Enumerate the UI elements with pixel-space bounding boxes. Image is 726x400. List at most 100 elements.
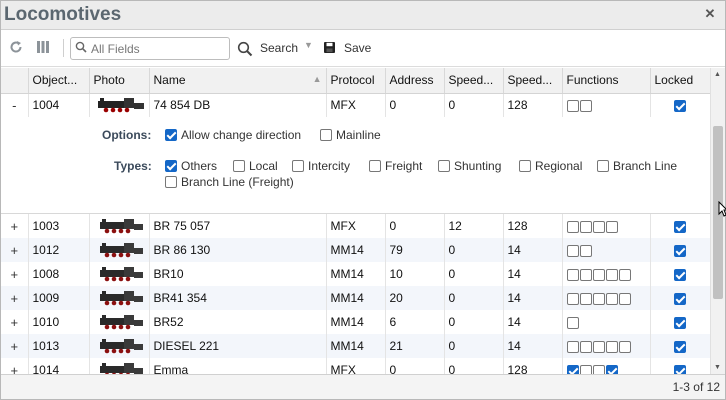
- close-icon[interactable]: ✕: [703, 7, 717, 21]
- checkbox[interactable]: [566, 316, 579, 329]
- expand-row-button[interactable]: +: [1, 238, 29, 262]
- checkbox[interactable]: [605, 340, 618, 353]
- checkbox[interactable]: [579, 292, 592, 305]
- checkbox-checked[interactable]: [674, 244, 686, 257]
- option-mainline[interactable]: Mainline: [320, 128, 381, 142]
- checkbox[interactable]: [233, 159, 245, 172]
- checkbox[interactable]: [579, 220, 592, 233]
- checkbox[interactable]: [592, 292, 605, 305]
- expand-row-button[interactable]: +: [1, 214, 29, 238]
- checkbox[interactable]: [566, 268, 579, 281]
- functions-cell: [562, 358, 651, 374]
- table-row[interactable]: +1014 Emma MFX 0 0 128: [1, 358, 711, 374]
- type-branch-line[interactable]: Branch Line: [597, 159, 677, 173]
- scroll-up-icon[interactable]: ▲: [714, 71, 721, 78]
- checkbox-checked[interactable]: [674, 364, 686, 374]
- save-button-label: Save: [344, 41, 372, 55]
- column-header-protocol[interactable]: Protocol: [326, 68, 386, 94]
- expand-row-button[interactable]: +: [1, 358, 29, 374]
- object-id-cell: 1010: [28, 310, 90, 334]
- checkbox[interactable]: [165, 159, 177, 172]
- refresh-icon[interactable]: [9, 40, 23, 57]
- expand-row-button[interactable]: +: [1, 286, 29, 310]
- type-local[interactable]: Local: [233, 159, 278, 173]
- locked-cell: [650, 310, 711, 334]
- checkbox[interactable]: [618, 340, 631, 353]
- checkbox[interactable]: [592, 364, 605, 374]
- column-header-object-id[interactable]: Object...: [28, 68, 90, 94]
- type-shunting[interactable]: Shunting: [438, 159, 501, 173]
- checkbox[interactable]: [566, 292, 579, 305]
- checkbox-checked[interactable]: [674, 220, 686, 233]
- type-branch-line-freight[interactable]: Branch Line (Freight): [165, 175, 294, 189]
- type-others[interactable]: Others: [165, 159, 217, 173]
- checkbox[interactable]: [292, 159, 304, 172]
- checkbox[interactable]: [320, 128, 332, 141]
- checkbox[interactable]: [605, 292, 618, 305]
- checkbox[interactable]: [618, 292, 631, 305]
- checkbox-checked[interactable]: [674, 316, 686, 329]
- column-header-locked[interactable]: Locked: [650, 68, 711, 94]
- type-intercity[interactable]: Intercity: [292, 159, 350, 173]
- checkbox[interactable]: [566, 220, 579, 233]
- record-count: 1-3 of 12: [672, 380, 720, 394]
- checkbox[interactable]: [618, 268, 631, 281]
- checkbox[interactable]: [592, 268, 605, 281]
- checkbox[interactable]: [605, 268, 618, 281]
- search-field[interactable]: [70, 37, 230, 60]
- checkbox[interactable]: [566, 244, 579, 257]
- option-allow-change-direction[interactable]: Allow change direction: [165, 128, 301, 142]
- object-id-cell: 1004: [28, 93, 90, 117]
- table-row[interactable]: - 1004 74 854 DB MFX 0 0 128: [1, 93, 711, 117]
- checkbox[interactable]: [579, 268, 592, 281]
- column-header-address[interactable]: Address: [385, 68, 445, 94]
- type-freight[interactable]: Freight: [369, 159, 422, 173]
- expand-row-button[interactable]: +: [1, 334, 29, 358]
- table-row[interactable]: +1003 BR 75 057 MFX 0 12 128: [1, 214, 711, 238]
- protocol-cell: MFX: [326, 214, 386, 238]
- checkbox[interactable]: [605, 220, 618, 233]
- column-header-speed-1[interactable]: Speed...: [444, 68, 504, 94]
- column-header-name[interactable]: Name ▲: [149, 68, 327, 94]
- collapse-row-button[interactable]: -: [1, 93, 29, 117]
- vertical-scrollbar[interactable]: ▲ ▼: [710, 68, 725, 374]
- scroll-down-icon[interactable]: ▼: [714, 364, 721, 371]
- checkbox[interactable]: [165, 175, 177, 188]
- checkbox[interactable]: [566, 100, 579, 113]
- checkbox-checked[interactable]: [674, 340, 686, 353]
- locomotive-photo: [97, 98, 144, 113]
- column-header-speed-2[interactable]: Speed...: [503, 68, 563, 94]
- table-row[interactable]: +1013 DIESEL 221 MM14 21 0 14: [1, 334, 711, 358]
- table-row[interactable]: +1009 BR41 354 MM14 20 0 14: [1, 286, 711, 310]
- checkbox[interactable]: [592, 220, 605, 233]
- checkbox[interactable]: [369, 159, 381, 172]
- checkbox[interactable]: [519, 159, 531, 172]
- type-label: Branch Line: [613, 159, 678, 173]
- checkbox[interactable]: [579, 340, 592, 353]
- photo-cell: [89, 286, 150, 310]
- column-header-functions[interactable]: Functions: [562, 68, 651, 94]
- checkbox[interactable]: [579, 364, 592, 374]
- type-label: Local: [249, 159, 278, 173]
- checkbox-checked[interactable]: [566, 364, 579, 374]
- checkbox-checked[interactable]: [605, 364, 618, 374]
- checkbox[interactable]: [566, 340, 579, 353]
- table-row[interactable]: +1010 BR52 MM14 6 0 14: [1, 310, 711, 334]
- checkbox[interactable]: [579, 244, 592, 257]
- table-row[interactable]: +1012 BR 86 130 MM14 79 0 14: [1, 238, 711, 262]
- checkbox[interactable]: [165, 128, 177, 141]
- checkbox[interactable]: [592, 340, 605, 353]
- checkbox[interactable]: [438, 159, 450, 172]
- type-regional[interactable]: Regional: [519, 159, 582, 173]
- checkbox-checked[interactable]: [674, 100, 686, 113]
- table-row[interactable]: +1008 BR10 MM14 10 0 14: [1, 262, 711, 286]
- checkbox[interactable]: [579, 100, 592, 113]
- expand-row-button[interactable]: +: [1, 262, 29, 286]
- checkbox[interactable]: [597, 159, 609, 172]
- columns-icon[interactable]: [36, 40, 50, 57]
- checkbox-checked[interactable]: [674, 292, 686, 305]
- checkbox-checked[interactable]: [674, 268, 686, 281]
- column-header-photo[interactable]: Photo: [89, 68, 150, 94]
- search-input[interactable]: [91, 39, 226, 58]
- expand-row-button[interactable]: +: [1, 310, 29, 334]
